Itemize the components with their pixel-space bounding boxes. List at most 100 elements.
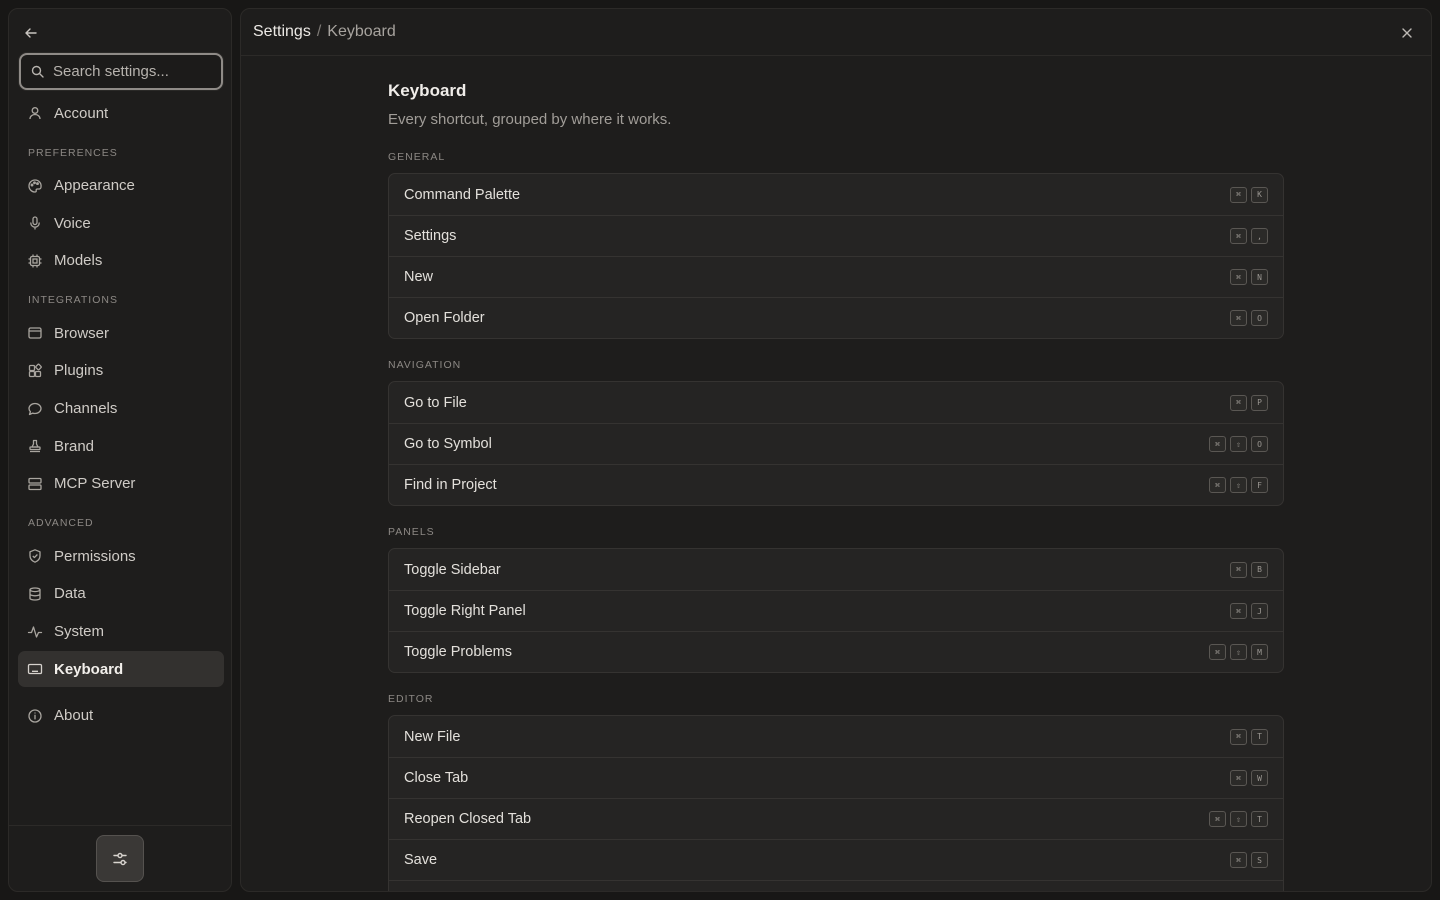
keycap: ⇧ [1230,811,1247,827]
sidebar-item-label: Channels [54,400,118,418]
shortcut-row[interactable]: Toggle Sidebar ⌘ B [389,549,1283,590]
shortcut-row[interactable]: Reopen Closed Tab ⌘ ⇧ T [389,798,1283,839]
page-title: Keyboard [388,81,467,100]
breadcrumb-settings[interactable]: Settings [253,23,311,41]
shortcut-row[interactable]: Toggle Problems ⌘ ⇧ M [389,631,1283,672]
keycap: ⌘ [1209,477,1226,493]
close-icon [1402,28,1412,38]
keycap: ⌘ [1230,603,1247,619]
shortcut-row[interactable]: Save ⌘ S [389,839,1283,880]
sidebar-nav: Account PREFERENCES Appearance Voice Mod… [18,95,224,735]
sidebar-item-label: Voice [54,214,91,232]
section-label-preferences: PREFERENCES [28,146,118,159]
sidebar-item-system[interactable]: System [18,614,224,650]
keycap: T [1251,728,1268,745]
sidebar-item-permissions[interactable]: Permissions [18,538,224,574]
breadcrumb: Settings / Keyboard [241,9,1431,56]
shortcut-label: Command Palette [404,186,521,203]
sidebar-item-models[interactable]: Models [18,243,224,279]
sidebar-item-account[interactable]: Account [18,95,224,131]
keycap: ⌘ [1230,186,1247,203]
keycap: T [1251,811,1268,827]
shortcut-group: Command Palette ⌘ K Settings ⌘, New ⌘ N Open Fol… [388,173,1284,339]
search-input[interactable] [53,63,213,80]
sidebar-item-appearance[interactable]: Appearance [18,168,224,204]
settings-sidebar: Account PREFERENCES Appearance Voice Mod… [8,8,232,892]
sidebar-item-label: Permissions [54,547,136,565]
sidebar-item-brand[interactable]: Brand [18,428,224,464]
section-label-advanced: ADVANCED [28,517,94,530]
shortcut-keys: ⌘ ⇧ T [1209,811,1268,827]
shortcut-keys: ⌘ ⇧ M [1209,644,1268,660]
shortcut-label: Open Folder [404,310,485,326]
sidebar-item-label: Appearance [54,177,135,195]
sliders-icon [113,852,127,865]
shortcut-group: Toggle Sidebar ⌘ B Toggle Right Panel ⌘ J Togg… [388,548,1284,673]
keycap: ⌘ [1209,811,1226,827]
shortcut-keys: ⌘ W [1230,770,1268,786]
shortcut-row[interactable]: New ⌘ N [389,256,1283,297]
shortcut-group: New File ⌘ T Close Tab ⌘ W Reopen Closed Tab ⌘ ⇧… [388,715,1284,891]
keycap: O [1251,436,1268,452]
sidebar-item-voice[interactable]: Voice [18,205,224,241]
sidebar-item-channels[interactable]: Channels [18,391,224,427]
sidebar-item-plugins[interactable]: Plugins [18,353,224,389]
group-label: NAVIGATION [388,359,462,371]
settings-main-panel: Settings / Keyboard Keyboard Every short… [240,8,1432,892]
sidebar-item-label: Models [54,252,103,270]
breadcrumb-separator: / [316,23,322,40]
keycap: ⌘ [1230,394,1247,411]
user-icon [27,105,43,121]
shortcut-row[interactable]: Close Tab ⌘ W [389,757,1283,798]
sidebar-item-label: Plugins [54,362,104,380]
keycap: O [1251,310,1268,326]
keyboard-icon [27,661,43,677]
sidebar-item-label: MCP Server [54,475,136,493]
shortcut-row[interactable]: Settings ⌘, [389,215,1283,256]
shortcut-row[interactable]: Go to File ⌘ P [389,382,1283,423]
cpu-icon [27,253,43,269]
shortcut-label: New File [404,728,461,745]
keycap: ⌘ [1230,269,1247,285]
keycap: ⇧ [1230,644,1247,660]
shortcut-row[interactable]: Open Folder ⌘ O [389,297,1283,338]
sidebar-item-keyboard[interactable]: Keyboard [18,651,224,688]
sidebar-item-data[interactable]: Data [18,576,224,612]
microphone-icon [27,215,43,231]
keycap: ⌘ [1230,728,1247,745]
shield-check-icon [27,548,43,564]
keycap: ⌘ [1230,770,1247,786]
shortcut-row[interactable]: New File ⌘ T [389,716,1283,757]
server-icon [27,476,43,492]
back-button[interactable] [21,23,41,43]
group-label: PANELS [388,526,435,538]
blocks-icon [27,363,43,379]
close-button[interactable] [1397,23,1417,43]
shortcut-keys: ⌘ P [1230,394,1268,411]
sidebar-item-browser[interactable]: Browser [18,315,224,351]
browser-window-icon [27,325,43,341]
shortcut-row[interactable]: Go to Symbol ⌘ ⇧ O [389,423,1283,464]
sidebar-item-label: Account [54,104,109,122]
shortcut-keys: ⌘ S [1230,852,1268,868]
sliders-button[interactable] [96,835,144,882]
sidebar-item-label: About [54,707,94,725]
search-icon [31,65,44,78]
breadcrumb-current: Keyboard [327,23,396,40]
sidebar-footer [9,825,231,891]
keycap: ⇧ [1230,477,1247,493]
keycap: ⇧ [1230,436,1247,452]
keycap: ⌘ [1230,228,1247,244]
sidebar-item-mcp-server[interactable]: MCP Server [18,466,224,502]
arrow-left-icon [25,28,37,38]
sidebar-item-label: Browser [54,324,110,342]
shortcut-row[interactable]: Command Palette ⌘ K [389,174,1283,215]
keycap: J [1251,603,1268,619]
shortcut-row[interactable]: Toggle Right Panel ⌘ J [389,590,1283,631]
shortcut-row[interactable]: Find⌘F [389,880,1283,891]
shortcut-row[interactable]: Find in Project ⌘ ⇧ F [389,464,1283,505]
sidebar-item-about[interactable]: About [18,698,224,734]
activity-icon [27,624,43,640]
group-label: GENERAL [388,151,446,163]
